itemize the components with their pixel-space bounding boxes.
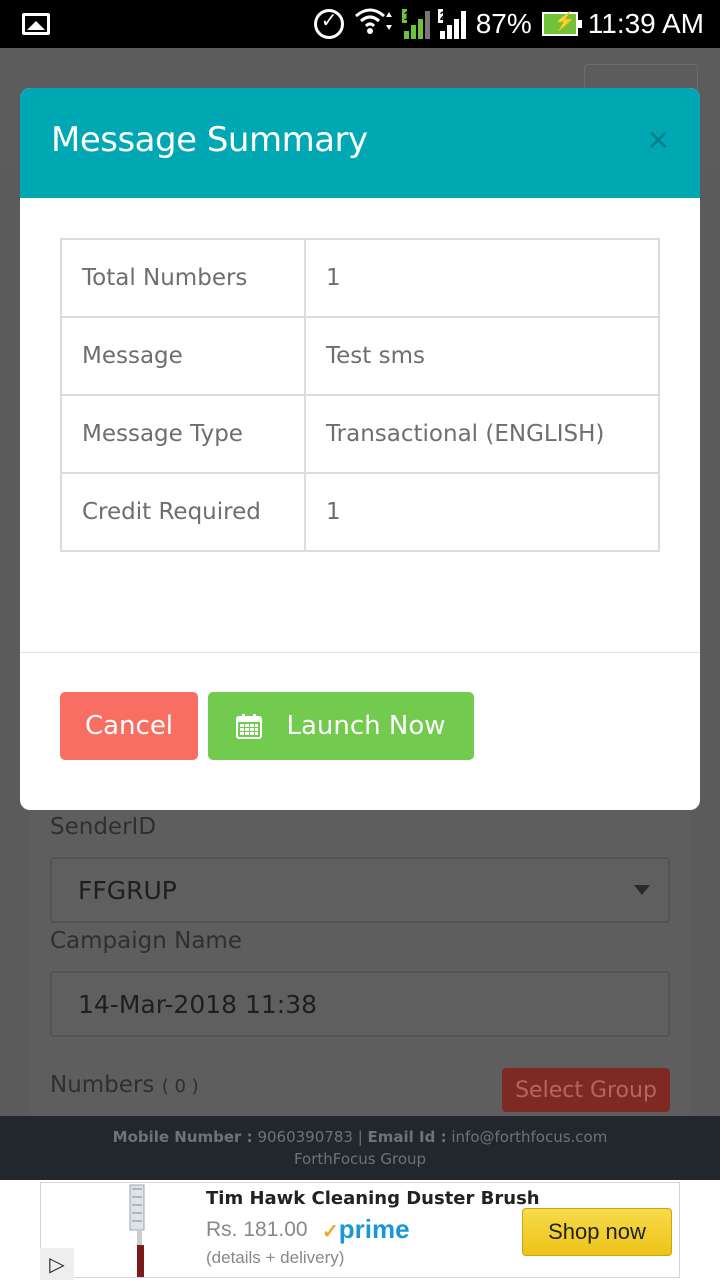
sender-id-select[interactable]: FFGRUP [50,857,670,923]
footer: Mobile Number : 9060390783 | Email Id : … [0,1116,720,1180]
clock: 11:39 AM [587,8,704,39]
numbers-count: ( 0 ) [161,1076,199,1097]
mobile-number: 9060390783 [257,1128,353,1146]
launch-now-button[interactable]: Launch Now [208,692,474,760]
product-image [129,1184,145,1277]
row-value: Test sms [304,316,660,396]
row-label: Message Type [60,394,306,474]
table-row: Message Type Transactional (ENGLISH) [60,394,660,474]
campaign-name-label: Campaign Name [50,928,242,954]
modal-header: Message Summary ✕ [20,88,700,198]
ad-choices-icon[interactable]: ▷ [40,1248,74,1280]
cancel-button[interactable]: Cancel [60,692,198,760]
status-bar: 1 2 87% ⚡ 11:39 AM [0,0,720,48]
battery-percent: 87% [475,8,532,39]
row-label: Credit Required [60,472,306,552]
signal-sim1-icon: 1 [401,9,430,39]
calendar-icon [236,714,263,739]
numbers-label: Numbers ( 0 ) [50,1072,199,1098]
shop-now-button[interactable]: Shop now [522,1208,672,1256]
summary-table: Total Numbers 1 Message Test sms Message… [60,238,660,552]
battery-charging-icon: ⚡ [541,11,582,36]
modal-title: Message Summary [51,120,368,160]
signal-sim2-icon: 2 [437,9,466,39]
ad-details-link[interactable]: (details + delivery) [206,1248,344,1268]
modal-divider [20,652,700,653]
email-link[interactable]: info@forthfocus.com [451,1128,607,1146]
company-name: ForthFocus Group [293,1150,427,1168]
sender-id-value: FFGRUP [78,875,177,905]
sender-id-label: SenderID [50,814,157,840]
table-row: Credit Required 1 [60,472,660,552]
alarm-icon [313,8,344,39]
wifi-icon [354,6,394,43]
message-summary-modal: Message Summary ✕ Total Numbers 1 Messag… [20,88,700,810]
row-value: Transactional (ENGLISH) [304,394,660,474]
close-icon[interactable]: ✕ [647,124,670,157]
table-row: Total Numbers 1 [60,238,660,318]
row-label: Message [60,316,306,396]
ad-title: Tim Hawk Cleaning Duster Brush [206,1188,540,1209]
ad-price: Rs. 181.00 [206,1218,308,1241]
gallery-icon [22,13,50,35]
table-row: Message Test sms [60,316,660,396]
campaign-name-input[interactable]: 14-Mar-2018 11:38 [50,971,670,1037]
campaign-name-value: 14-Mar-2018 11:38 [78,989,318,1019]
chevron-down-icon [634,885,650,895]
row-value: 1 [304,472,660,552]
prime-logo: ✓prime [322,1214,410,1244]
row-value: 1 [304,238,660,318]
select-group-button[interactable]: Select Group [502,1068,670,1112]
row-label: Total Numbers [60,238,306,318]
